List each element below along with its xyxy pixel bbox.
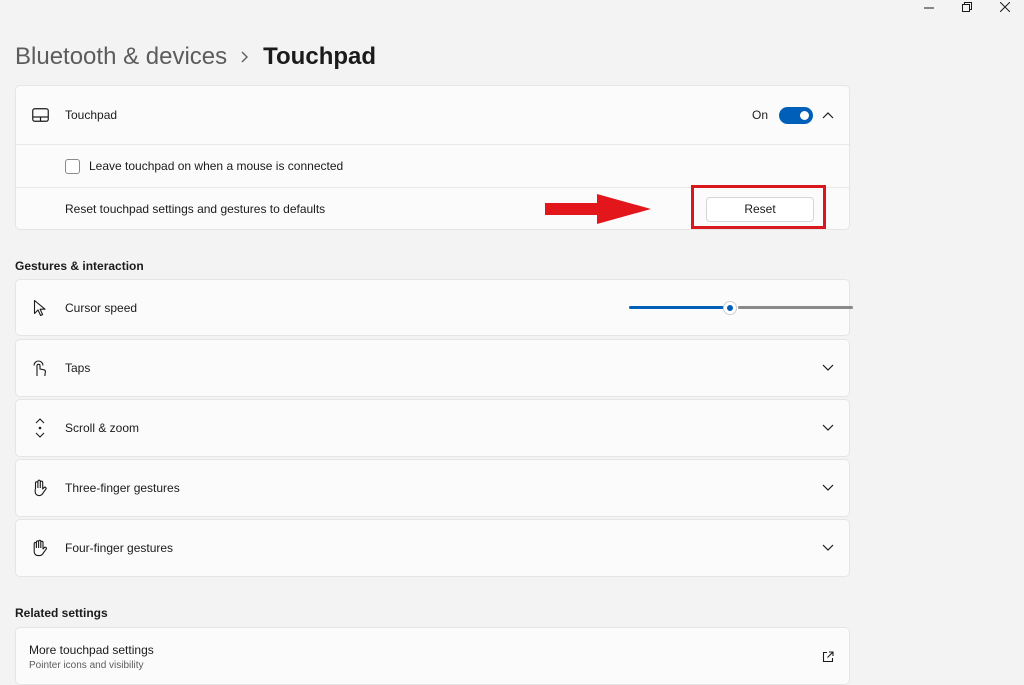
leave-on-row: Leave touchpad on when a mouse is connec… <box>16 144 849 187</box>
scroll-zoom-label: Scroll & zoom <box>65 421 140 435</box>
chevron-down-icon[interactable] <box>821 541 835 555</box>
touchpad-toggle[interactable] <box>779 106 813 124</box>
touchpad-icon <box>30 105 50 125</box>
related-section-title: Related settings <box>15 606 108 620</box>
reset-label: Reset touchpad settings and gestures to … <box>65 202 326 216</box>
cursor-speed-label: Cursor speed <box>65 300 138 315</box>
more-touchpad-settings-title: More touchpad settings <box>29 643 154 657</box>
three-finger-label: Three-finger gestures <box>65 481 180 495</box>
chevron-down-icon[interactable] <box>821 421 835 435</box>
page-title: Touchpad <box>263 43 377 70</box>
slider-thumb[interactable] <box>724 302 736 314</box>
cursor-speed-slider[interactable] <box>629 298 853 318</box>
reset-highlight-box <box>691 185 826 229</box>
more-touchpad-settings-card[interactable]: More touchpad settings Pointer icons and… <box>15 627 850 685</box>
three-finger-card[interactable]: Three-finger gestures <box>15 459 850 517</box>
leave-on-checkbox[interactable] <box>65 158 80 174</box>
four-finger-card[interactable]: Four-finger gestures <box>15 519 850 577</box>
leave-on-label[interactable]: Leave touchpad on when a mouse is connec… <box>89 159 343 173</box>
breadcrumb-parent[interactable]: Bluetooth & devices <box>15 43 227 71</box>
scroll-zoom-icon <box>30 418 50 438</box>
cursor-icon <box>30 298 50 318</box>
chevron-down-icon[interactable] <box>821 361 835 375</box>
chevron-right-icon <box>227 51 263 63</box>
four-finger-icon <box>30 538 50 558</box>
red-arrow-annotation <box>545 194 651 224</box>
scroll-zoom-row[interactable]: Scroll & zoom <box>16 400 849 456</box>
taps-label: Taps <box>65 361 91 375</box>
toggle-knob <box>800 110 809 120</box>
restore-icon <box>962 2 972 12</box>
more-touchpad-settings-subtitle: Pointer icons and visibility <box>29 660 144 671</box>
four-finger-label: Four-finger gestures <box>65 541 174 555</box>
restore-button[interactable] <box>948 0 986 14</box>
cursor-speed-card: Cursor speed <box>15 279 853 336</box>
close-icon <box>1000 2 1010 12</box>
breadcrumb: Bluetooth & devices Touchpad <box>15 40 376 74</box>
minimize-button[interactable] <box>910 0 948 14</box>
minimize-icon <box>924 7 934 9</box>
taps-row[interactable]: Taps <box>16 340 849 396</box>
chevron-up-icon[interactable] <box>821 108 835 122</box>
scroll-zoom-card[interactable]: Scroll & zoom <box>15 399 850 457</box>
window-controls <box>910 0 1024 14</box>
slider-fill <box>629 306 728 309</box>
external-link-icon[interactable] <box>821 650 835 664</box>
three-finger-row[interactable]: Three-finger gestures <box>16 460 849 516</box>
slider-track <box>738 306 853 309</box>
toggle-state-text: On <box>751 108 768 122</box>
three-finger-icon <box>30 478 50 498</box>
chevron-down-icon[interactable] <box>821 481 835 495</box>
close-button[interactable] <box>986 0 1024 14</box>
four-finger-row[interactable]: Four-finger gestures <box>16 520 849 576</box>
cursor-speed-row: Cursor speed <box>16 280 853 335</box>
touchpad-header-row[interactable]: Touchpad On <box>16 86 849 144</box>
touchpad-title: Touchpad <box>65 108 118 122</box>
gestures-section-title: Gestures & interaction <box>15 259 144 273</box>
tap-icon <box>30 358 50 378</box>
taps-card[interactable]: Taps <box>15 339 850 397</box>
